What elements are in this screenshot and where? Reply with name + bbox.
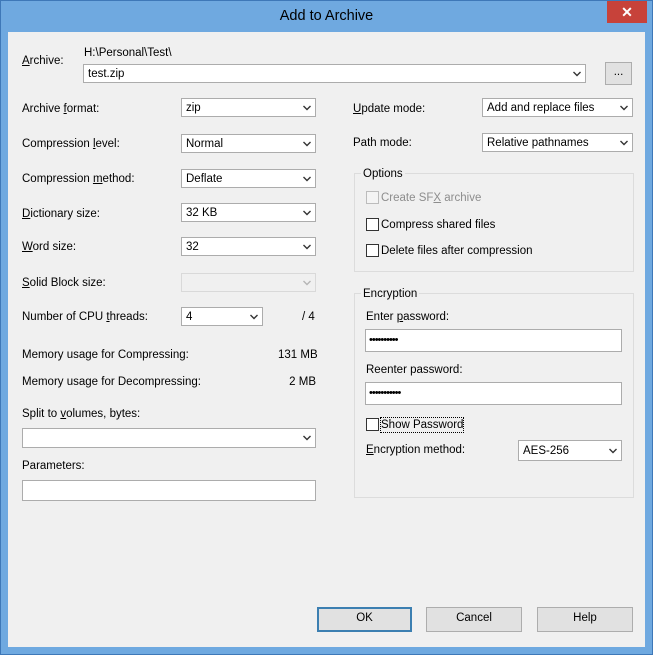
archive-label: Archive: — [22, 55, 64, 67]
encryption-method-combo[interactable]: AES-256 — [518, 440, 622, 461]
help-button[interactable]: Help — [537, 607, 633, 632]
memory-compress-value: 131 MB — [278, 349, 318, 361]
chevron-down-icon — [620, 140, 628, 146]
window-title: Add to Archive — [279, 8, 374, 24]
chevron-down-icon — [609, 448, 617, 454]
enter-password-label: Enter password: — [366, 311, 450, 323]
compress-shared-checkbox[interactable] — [366, 218, 379, 231]
cancel-button[interactable]: Cancel — [426, 607, 522, 632]
compression-level-label: Compression level: — [22, 138, 120, 150]
compress-shared-label: Compress shared files — [381, 219, 496, 231]
cpu-threads-value: 4 — [186, 311, 193, 323]
ok-button[interactable]: OK — [317, 607, 412, 632]
chevron-down-icon — [250, 314, 258, 320]
compression-method-combo[interactable]: Deflate — [181, 169, 316, 188]
encryption-group-title: Encryption — [361, 287, 420, 301]
delete-after-label: Delete files after compression — [381, 245, 533, 257]
memory-compress-label: Memory usage for Compressing: — [22, 349, 189, 361]
show-password-label: Show Password — [379, 417, 465, 433]
split-volumes-combo[interactable] — [22, 428, 316, 448]
create-sfx-checkbox[interactable] — [366, 191, 379, 204]
update-mode-label: Update mode: — [353, 103, 426, 115]
dictionary-size-combo[interactable]: 32 KB — [181, 203, 316, 222]
memory-decompress-value: 2 MB — [289, 376, 316, 388]
chevron-down-icon — [303, 244, 311, 250]
browse-button[interactable]: ... — [605, 62, 632, 85]
enter-password-value: •••••••••• — [369, 334, 398, 346]
update-mode-combo[interactable]: Add and replace files — [482, 98, 633, 117]
dialog-body: Archive: H:\Personal\Test\ test.zip ... … — [8, 32, 645, 647]
path-mode-combo[interactable]: Relative pathnames — [482, 133, 633, 152]
memory-decompress-label: Memory usage for Decompressing: — [22, 376, 201, 388]
cpu-threads-max: / 4 — [302, 311, 315, 323]
archive-format-label: Archive format: — [22, 103, 100, 115]
chevron-down-icon — [303, 176, 311, 182]
enter-password-input[interactable]: •••••••••• — [365, 329, 622, 352]
chevron-down-icon — [303, 280, 311, 286]
chevron-down-icon — [573, 71, 581, 77]
split-volumes-label: Split to volumes, bytes: — [22, 408, 141, 420]
create-sfx-label: Create SFX archive — [381, 192, 482, 204]
cpu-threads-combo[interactable]: 4 — [181, 307, 263, 326]
parameters-input[interactable] — [22, 480, 316, 501]
compression-method-value: Deflate — [186, 173, 223, 185]
solid-block-size-combo[interactable] — [181, 273, 316, 292]
compression-level-value: Normal — [186, 138, 224, 150]
word-size-value: 32 — [186, 241, 199, 253]
path-mode-label: Path mode: — [353, 137, 412, 149]
solid-block-size-label: Solid Block size: — [22, 277, 106, 289]
add-to-archive-window: Add to Archive ✕ Archive: H:\Personal\Te… — [0, 0, 653, 655]
archive-path: H:\Personal\Test\ — [84, 47, 172, 59]
chevron-down-icon — [620, 105, 628, 111]
archive-format-value: zip — [186, 102, 201, 114]
reenter-password-label: Reenter password: — [366, 364, 463, 376]
dictionary-size-value: 32 KB — [186, 207, 218, 219]
encryption-method-value: AES-256 — [523, 445, 570, 457]
options-group-title: Options — [361, 167, 405, 181]
archive-format-combo[interactable]: zip — [181, 98, 316, 117]
title-bar[interactable]: Add to Archive ✕ — [1, 1, 652, 31]
close-icon: ✕ — [621, 4, 633, 20]
reenter-password-value: ••••••••••• — [369, 387, 401, 399]
chevron-down-icon — [303, 105, 311, 111]
delete-after-checkbox[interactable] — [366, 244, 379, 257]
update-mode-value: Add and replace files — [487, 102, 595, 114]
chevron-down-icon — [303, 435, 311, 441]
archive-name-value: test.zip — [88, 68, 125, 80]
encryption-method-label: Encryption method: — [366, 444, 466, 456]
word-size-label: Word size: — [22, 241, 77, 253]
dictionary-size-label: Dictionary size: — [22, 208, 100, 220]
word-size-combo[interactable]: 32 — [181, 237, 316, 256]
cpu-threads-label: Number of CPU threads: — [22, 311, 148, 323]
path-mode-value: Relative pathnames — [487, 137, 589, 149]
show-password-checkbox[interactable] — [366, 418, 379, 431]
parameters-label: Parameters: — [22, 460, 85, 472]
reenter-password-input[interactable]: ••••••••••• — [365, 382, 622, 405]
compression-level-combo[interactable]: Normal — [181, 134, 316, 153]
close-button[interactable]: ✕ — [607, 1, 647, 23]
compression-method-label: Compression method: — [22, 173, 135, 185]
archive-name-combo[interactable]: test.zip — [83, 64, 586, 83]
chevron-down-icon — [303, 141, 311, 147]
chevron-down-icon — [303, 210, 311, 216]
